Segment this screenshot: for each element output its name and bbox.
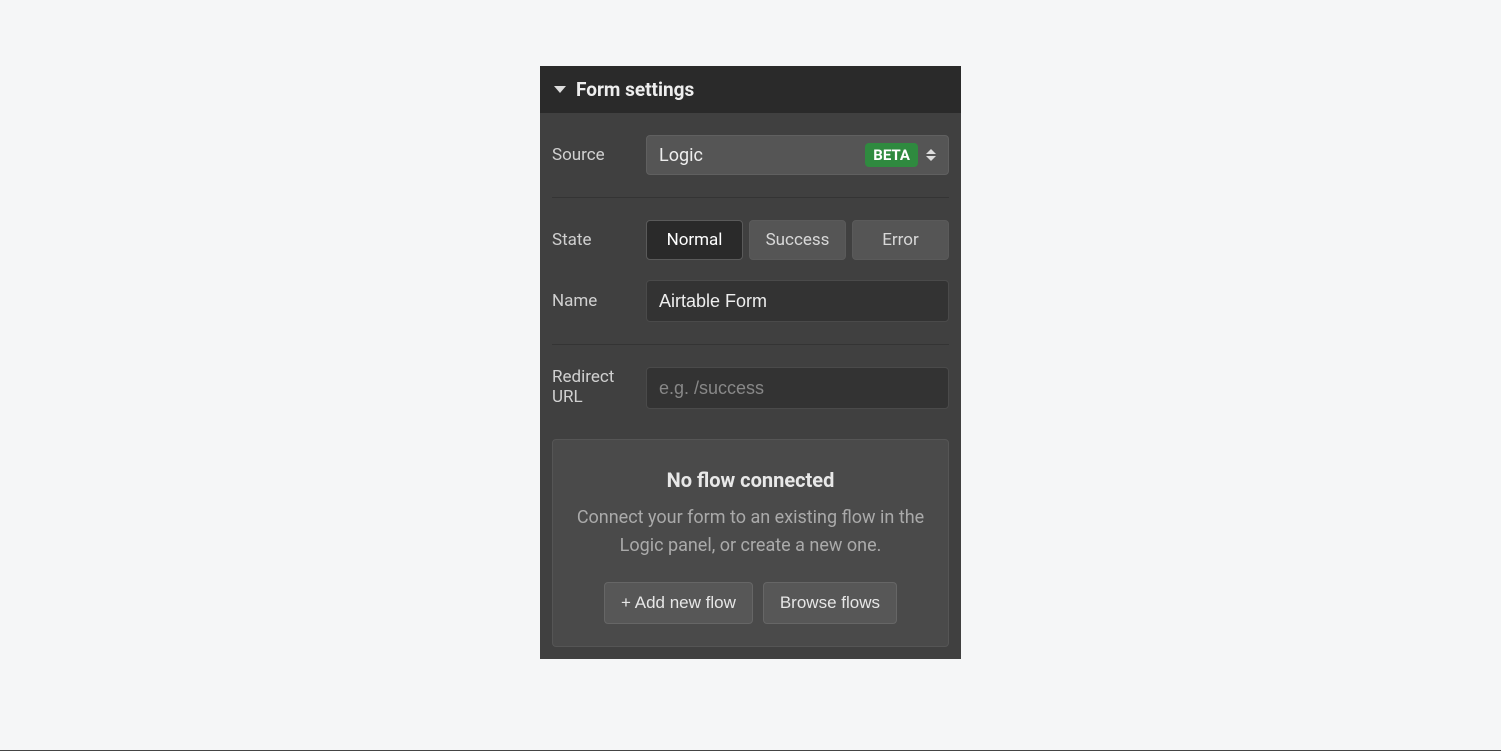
- caret-down-icon: [554, 86, 566, 93]
- source-row: Source Logic BETA: [552, 125, 949, 185]
- flow-empty-state: No flow connected Connect your form to a…: [552, 439, 949, 647]
- source-label: Source: [552, 145, 634, 165]
- browse-flows-button[interactable]: Browse flows: [763, 582, 897, 624]
- name-input[interactable]: [646, 280, 949, 322]
- state-label: State: [552, 230, 634, 250]
- state-option-error[interactable]: Error: [852, 220, 949, 260]
- redirect-url-input[interactable]: [646, 367, 949, 409]
- source-select[interactable]: Logic BETA: [646, 135, 949, 175]
- form-settings-panel: Form settings Source Logic BETA State No…: [540, 66, 961, 659]
- state-option-success[interactable]: Success: [749, 220, 846, 260]
- state-segmented: Normal Success Error: [646, 220, 949, 260]
- state-row: State Normal Success Error: [552, 210, 949, 270]
- select-arrows-icon: [926, 149, 936, 161]
- source-value: Logic: [659, 145, 865, 166]
- name-label: Name: [552, 291, 634, 311]
- panel-title: Form settings: [576, 78, 694, 101]
- panel-header[interactable]: Form settings: [540, 66, 961, 113]
- flow-empty-description: Connect your form to an existing flow in…: [573, 504, 928, 560]
- add-new-flow-button[interactable]: + Add new flow: [604, 582, 753, 624]
- flow-actions: + Add new flow Browse flows: [573, 582, 928, 624]
- redirect-row: Redirect URL: [552, 357, 949, 419]
- name-row: Name: [552, 270, 949, 332]
- flow-empty-title: No flow connected: [573, 468, 928, 492]
- beta-badge: BETA: [865, 143, 918, 167]
- state-option-normal[interactable]: Normal: [646, 220, 743, 260]
- redirect-label: Redirect URL: [552, 367, 634, 407]
